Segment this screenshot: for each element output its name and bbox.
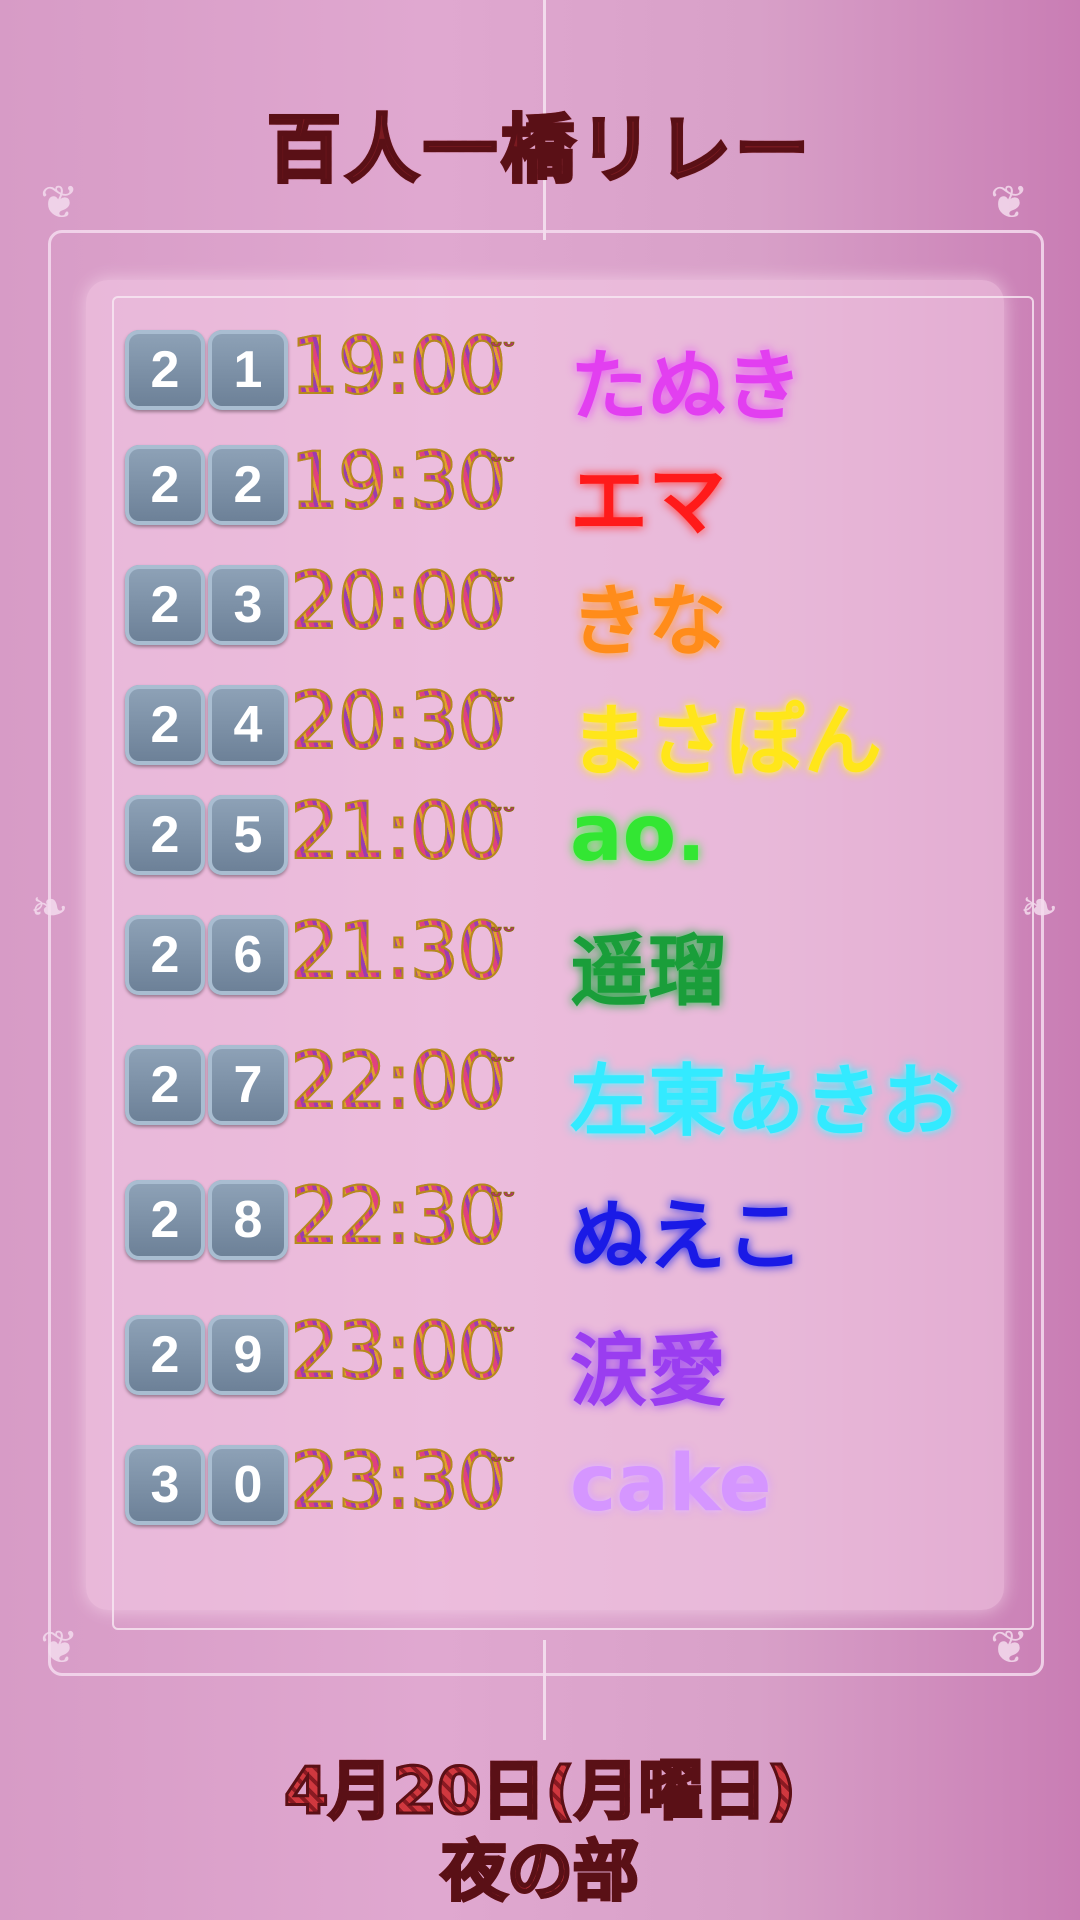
number-key-icon: 7	[208, 1045, 288, 1125]
performer-name: 遥瑠	[570, 927, 727, 1017]
number-key-icon: 0	[208, 1445, 288, 1525]
time-label: 20:00	[289, 556, 508, 648]
time-label: 23:00	[289, 1306, 508, 1398]
performer-name: たぬき	[570, 342, 803, 432]
performer-name: cake	[570, 1439, 772, 1529]
number-key-icon: 2	[125, 565, 205, 645]
time-label: 21:00	[289, 786, 508, 878]
time-suffix: ᵕᵕ	[489, 332, 516, 363]
schedule-row: 2 7 22:00 ᵕᵕ 左東あきお	[0, 1036, 1080, 1147]
schedule-row: 3 0 23:30 ᵕᵕ cake	[0, 1436, 1080, 1545]
time-suffix: ᵕᵕ	[489, 1317, 516, 1348]
time-label: 19:30	[289, 436, 508, 528]
number-key-icon: 4	[208, 685, 288, 765]
time-label: 21:30	[289, 906, 508, 998]
number-key-icon: 2	[125, 1315, 205, 1395]
time-label: 19:00	[289, 321, 508, 413]
performer-name: エマ	[570, 457, 727, 547]
time-suffix: ᵕᵕ	[489, 917, 516, 948]
time-suffix: ᵕᵕ	[489, 797, 516, 828]
performer-name: ぬえこ	[570, 1192, 805, 1282]
performer-name: きな	[570, 577, 727, 667]
schedule-row: 2 5 21:00 ᵕᵕ ao.	[0, 786, 1080, 895]
number-key-icon: 2	[125, 915, 205, 995]
time-suffix: ᵕᵕ	[489, 1182, 516, 1213]
performer-name: 左東あきお	[570, 1057, 961, 1147]
number-key-icon: 2	[125, 330, 205, 410]
schedule-row: 2 6 21:30 ᵕᵕ 遥瑠	[0, 906, 1080, 1017]
time-suffix: ᵕᵕ	[489, 687, 516, 718]
number-key-icon: 2	[125, 795, 205, 875]
schedule-row: 2 1 19:00 ᵕᵕ たぬき	[0, 321, 1080, 432]
number-key-icon: 2	[125, 685, 205, 765]
performer-name: まさぽん	[570, 697, 883, 787]
time-suffix: ᵕᵕ	[489, 1447, 516, 1478]
number-key-icon: 1	[208, 330, 288, 410]
number-key-icon: 2	[125, 1180, 205, 1260]
time-label: 22:30	[289, 1171, 508, 1263]
schedule-row: 2 3 20:00 ᵕᵕ きな	[0, 556, 1080, 667]
number-key-icon: 8	[208, 1180, 288, 1260]
flourish-icon: ❦	[990, 1620, 1029, 1674]
event-session: 夜の部	[0, 1818, 1080, 1914]
flourish-icon: ❦	[40, 1620, 79, 1674]
number-key-icon: 2	[125, 445, 205, 525]
number-key-icon: 5	[208, 795, 288, 875]
schedule-row: 2 8 22:30 ᵕᵕ ぬえこ	[0, 1171, 1080, 1282]
number-key-icon: 3	[208, 565, 288, 645]
time-label: 20:30	[289, 676, 508, 768]
number-key-icon: 6	[208, 915, 288, 995]
number-key-icon: 3	[125, 1445, 205, 1525]
schedule-row: 2 2 19:30 ᵕᵕ エマ	[0, 436, 1080, 547]
time-label: 22:00	[289, 1036, 508, 1128]
time-suffix: ᵕᵕ	[489, 567, 516, 598]
number-key-icon: 2	[208, 445, 288, 525]
time-suffix: ᵕᵕ	[489, 1047, 516, 1078]
time-suffix: ᵕᵕ	[489, 447, 516, 478]
schedule-row: 2 4 20:30 ᵕᵕ まさぽん	[0, 676, 1080, 787]
number-key-icon: 9	[208, 1315, 288, 1395]
performer-name: 涙愛	[570, 1327, 727, 1417]
time-label: 23:30	[289, 1436, 508, 1528]
page-title: 百人一橋リレー	[0, 90, 1080, 197]
schedule-row: 2 9 23:00 ᵕᵕ 涙愛	[0, 1306, 1080, 1417]
performer-name: ao.	[570, 789, 706, 879]
number-key-icon: 2	[125, 1045, 205, 1125]
